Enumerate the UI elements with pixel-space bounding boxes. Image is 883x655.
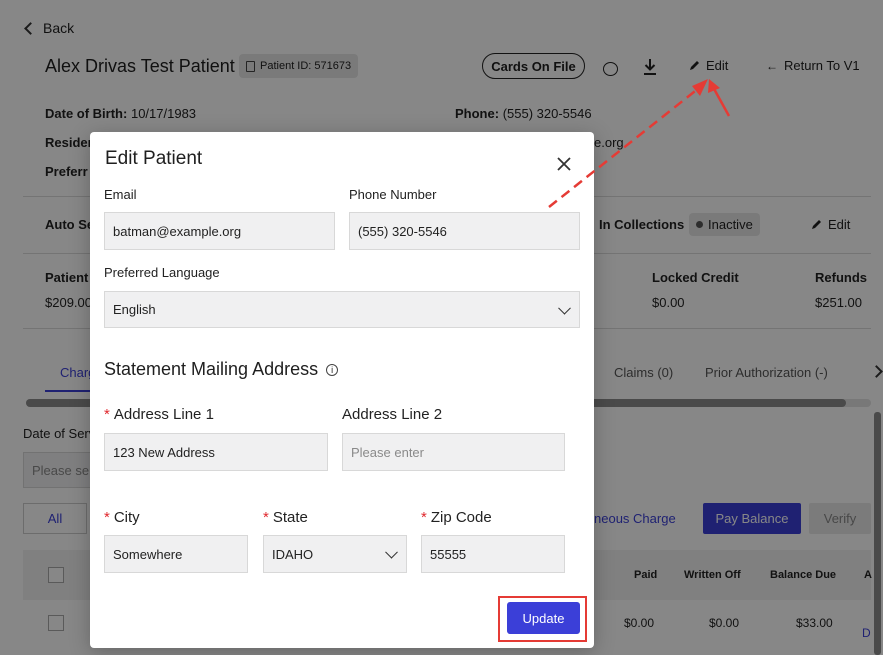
phone-number-field[interactable]: (555) 320-5546 <box>349 212 580 250</box>
phone-number-label: Phone Number <box>349 187 437 202</box>
address-line-2-label: Address Line 2 <box>342 406 443 423</box>
city-field[interactable]: Somewhere <box>104 535 248 573</box>
state-select[interactable]: IDAHO <box>263 535 407 573</box>
email-label: Email <box>104 187 137 202</box>
address-line-1-label: * Address Line 1 <box>104 406 214 423</box>
address-line-2-field[interactable]: Please enter <box>342 433 565 471</box>
zip-code-field[interactable]: 55555 <box>421 535 565 573</box>
preferred-language-select[interactable]: English <box>104 291 580 328</box>
address-line-1-field[interactable]: 123 New Address <box>104 433 328 471</box>
chevron-down-icon <box>558 301 571 315</box>
modal-title: Edit Patient <box>105 148 203 169</box>
close-icon[interactable] <box>556 156 572 172</box>
statement-mailing-address-heading: Statement Mailing Address i <box>104 359 339 380</box>
city-label: * City <box>104 509 140 526</box>
preferred-language-label: Preferred Language <box>104 265 220 280</box>
email-field[interactable]: batman@example.org <box>104 212 335 250</box>
chevron-down-icon <box>385 545 398 559</box>
zip-code-label: * Zip Code <box>421 509 492 526</box>
edit-patient-modal: Edit Patient Email batman@example.org Ph… <box>90 132 594 648</box>
state-label: * State <box>263 509 308 526</box>
info-icon[interactable]: i <box>326 363 339 376</box>
update-highlight-box <box>498 596 587 642</box>
